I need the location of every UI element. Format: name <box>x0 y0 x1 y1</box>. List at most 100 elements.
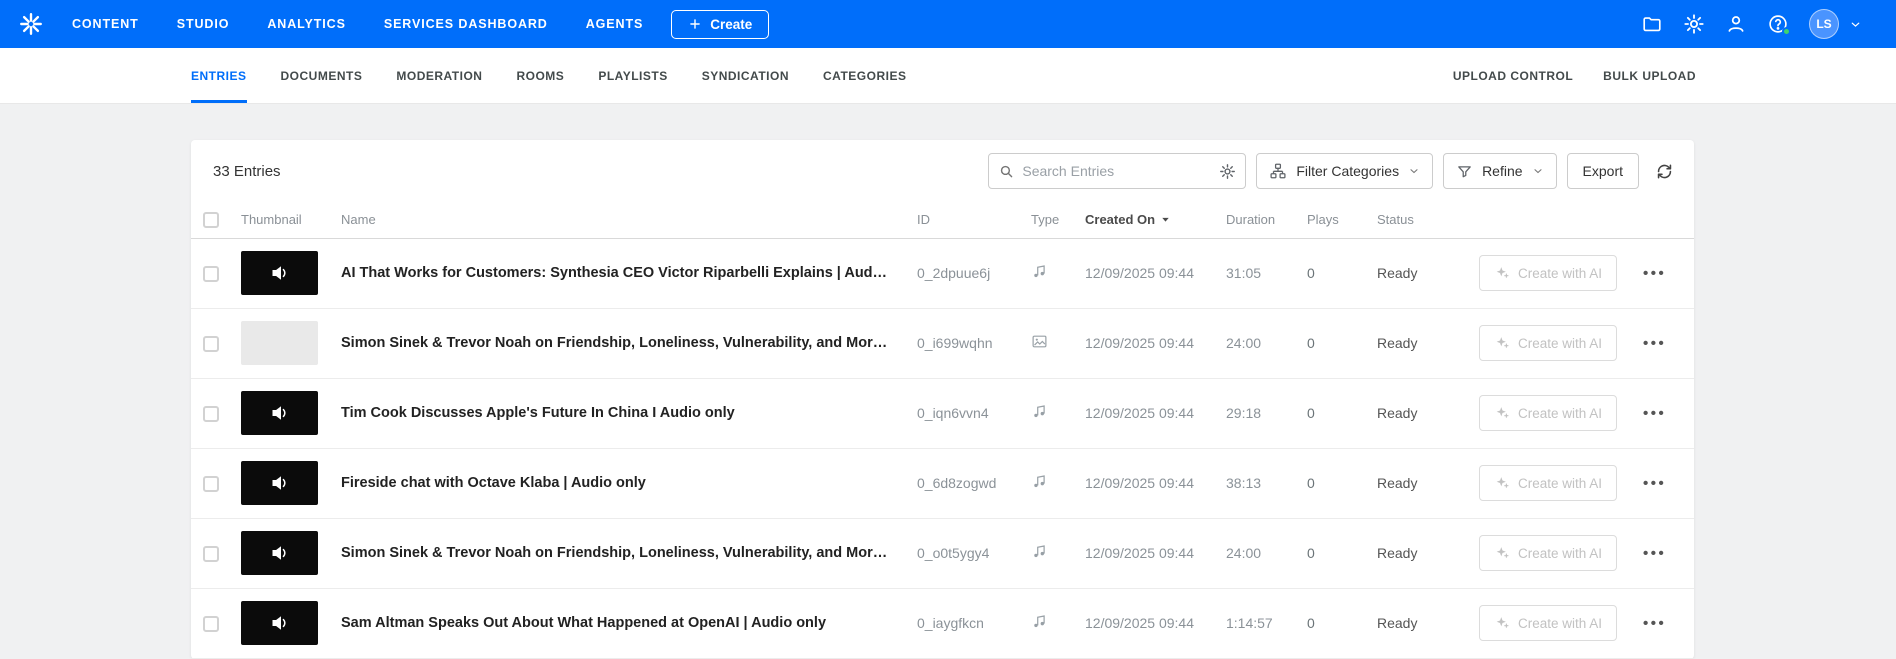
create-with-ai-button[interactable]: Create with AI <box>1479 605 1618 641</box>
create-with-ai-button[interactable]: Create with AI <box>1479 535 1618 571</box>
create-with-ai-button[interactable]: Create with AI <box>1479 395 1618 431</box>
entry-plays: 0 <box>1297 448 1367 519</box>
entry-thumbnail[interactable] <box>241 601 318 645</box>
entry-thumbnail[interactable] <box>241 251 318 295</box>
create-button[interactable]: Create <box>671 9 770 39</box>
topnav-item[interactable]: CONTENT <box>72 17 139 31</box>
table-header: Thumbnail Name ID Type Created On Durati… <box>191 202 1694 239</box>
row-actions: Create with AI <box>1479 465 1684 501</box>
tabbar-right-item[interactable]: UPLOAD CONTROL <box>1453 48 1573 103</box>
sparkle-icon <box>1494 545 1510 561</box>
topnav-item[interactable]: AGENTS <box>586 17 644 31</box>
row-checkbox[interactable] <box>203 545 219 562</box>
avatar-menu-toggle[interactable] <box>1849 18 1862 31</box>
content-tab[interactable]: DOCUMENTS <box>281 48 363 103</box>
table-row[interactable]: AI That Works for Customers: Synthesia C… <box>191 238 1694 309</box>
refine-label: Refine <box>1482 163 1523 179</box>
header-created-on[interactable]: Created On <box>1075 202 1216 239</box>
sparkle-icon <box>1494 335 1510 351</box>
entry-created-on: 12/09/2025 09:44 <box>1075 518 1216 589</box>
media-folder-button[interactable] <box>1641 13 1663 35</box>
entry-created-on: 12/09/2025 09:44 <box>1075 378 1216 449</box>
table-row[interactable]: Sam Altman Speaks Out About What Happene… <box>191 588 1694 659</box>
toolbar-controls: Filter Categories Refine <box>988 153 1674 189</box>
table-row[interactable]: Simon Sinek & Trevor Noah on Friendship,… <box>191 518 1694 589</box>
select-all-checkbox[interactable] <box>203 212 219 229</box>
content-tab[interactable]: PLAYLISTS <box>598 48 667 103</box>
entry-name[interactable]: Simon Sinek & Trevor Noah on Friendship,… <box>331 308 907 379</box>
search-settings-button[interactable] <box>1219 163 1236 180</box>
search-input[interactable] <box>1022 163 1213 179</box>
sparkle-icon <box>1494 615 1510 631</box>
header-status[interactable]: Status <box>1367 202 1469 239</box>
table-row[interactable]: Tim Cook Discusses Apple's Future In Chi… <box>191 378 1694 449</box>
entry-type-icon <box>1031 543 1048 560</box>
content-tab[interactable]: MODERATION <box>396 48 482 103</box>
row-checkbox[interactable] <box>203 475 219 492</box>
table-body: AI That Works for Customers: Synthesia C… <box>191 238 1694 659</box>
entry-thumbnail[interactable] <box>241 461 318 505</box>
entry-thumbnail[interactable] <box>241 531 318 575</box>
export-button[interactable]: Export <box>1566 153 1639 189</box>
refine-button[interactable]: Refine <box>1443 153 1557 189</box>
create-with-ai-label: Create with AI <box>1518 405 1603 421</box>
row-more-menu[interactable] <box>1643 266 1666 281</box>
create-button-label: Create <box>710 16 753 32</box>
search-icon <box>1001 165 1013 177</box>
entry-name[interactable]: Tim Cook Discusses Apple's Future In Chi… <box>331 378 907 449</box>
entry-name[interactable]: Sam Altman Speaks Out About What Happene… <box>331 588 907 659</box>
row-checkbox[interactable] <box>203 265 219 282</box>
content-tab[interactable]: ROOMS <box>516 48 564 103</box>
filter-categories-label: Filter Categories <box>1296 163 1400 179</box>
table-row[interactable]: Fireside chat with Octave Klaba | Audio … <box>191 448 1694 519</box>
entry-plays: 0 <box>1297 378 1367 449</box>
entry-thumbnail[interactable] <box>241 321 318 365</box>
row-actions: Create with AI <box>1479 605 1684 641</box>
entry-name[interactable]: AI That Works for Customers: Synthesia C… <box>331 238 907 309</box>
user-account-button[interactable] <box>1725 13 1747 35</box>
row-checkbox[interactable] <box>203 335 219 352</box>
topnav-item[interactable]: STUDIO <box>177 17 230 31</box>
header-type[interactable]: Type <box>1021 202 1075 239</box>
row-checkbox[interactable] <box>203 405 219 422</box>
create-with-ai-button[interactable]: Create with AI <box>1479 465 1618 501</box>
row-more-menu[interactable] <box>1643 616 1666 631</box>
kaltura-logo[interactable] <box>18 11 44 37</box>
header-plays[interactable]: Plays <box>1297 202 1367 239</box>
music-note-icon <box>1034 265 1045 278</box>
entries-toolbar: 33 Entries Search Entries Filter Categor… <box>191 140 1694 202</box>
create-with-ai-button[interactable]: Create with AI <box>1479 325 1618 361</box>
folder-icon <box>1643 17 1661 32</box>
help-button[interactable] <box>1767 13 1791 36</box>
settings-button[interactable] <box>1683 13 1705 35</box>
sparkle-icon <box>1494 475 1510 491</box>
entry-plays: 0 <box>1297 518 1367 589</box>
topnav-item[interactable]: ANALYTICS <box>267 17 345 31</box>
row-more-menu[interactable] <box>1643 476 1666 491</box>
entry-type-icon <box>1031 333 1048 350</box>
entry-name[interactable]: Simon Sinek & Trevor Noah on Friendship,… <box>331 518 907 589</box>
create-with-ai-label: Create with AI <box>1518 545 1603 561</box>
row-more-menu[interactable] <box>1643 546 1666 561</box>
row-more-menu[interactable] <box>1643 336 1666 351</box>
entry-created-on: 12/09/2025 09:44 <box>1075 308 1216 379</box>
avatar[interactable]: LS <box>1809 9 1839 39</box>
row-more-menu[interactable] <box>1643 406 1666 421</box>
header-name[interactable]: Name <box>331 202 907 239</box>
entry-thumbnail[interactable] <box>241 391 318 435</box>
tabbar-right-item[interactable]: BULK UPLOAD <box>1603 48 1696 103</box>
header-duration[interactable]: Duration <box>1216 202 1297 239</box>
table-row[interactable]: Simon Sinek & Trevor Noah on Friendship,… <box>191 308 1694 379</box>
content-tab[interactable]: SYNDICATION <box>702 48 789 103</box>
create-with-ai-button[interactable]: Create with AI <box>1479 255 1618 291</box>
entry-type-icon <box>1031 403 1048 420</box>
row-checkbox[interactable] <box>203 615 219 632</box>
content-tab[interactable]: ENTRIES <box>191 48 247 103</box>
entry-type-icon <box>1031 263 1048 280</box>
topnav-item[interactable]: SERVICES DASHBOARD <box>384 17 548 31</box>
header-id[interactable]: ID <box>907 202 1021 239</box>
entry-name[interactable]: Fireside chat with Octave Klaba | Audio … <box>331 448 907 519</box>
filter-categories-button[interactable]: Filter Categories <box>1256 153 1434 189</box>
content-tab[interactable]: CATEGORIES <box>823 48 906 103</box>
refresh-button[interactable] <box>1655 162 1674 181</box>
